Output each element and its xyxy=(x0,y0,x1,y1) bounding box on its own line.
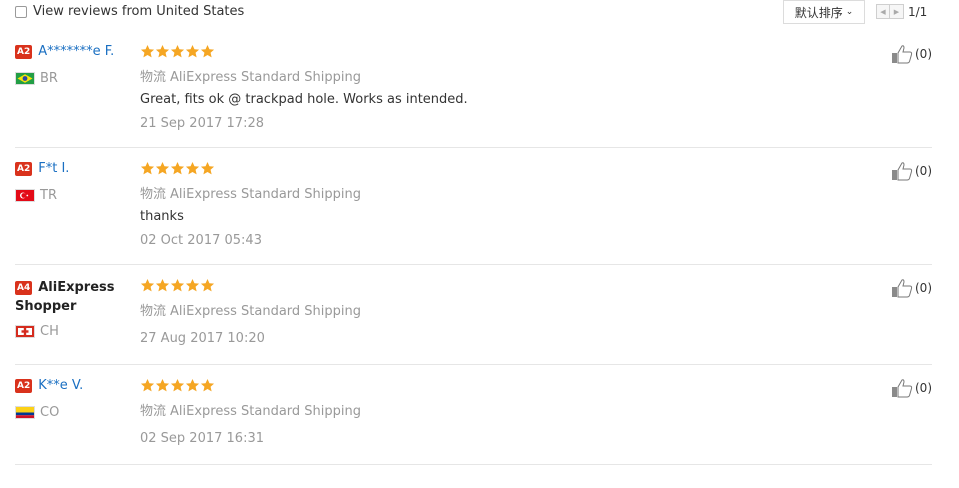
reviewer-country: BR xyxy=(15,71,58,86)
thumbs-up-icon[interactable] xyxy=(891,378,913,398)
country-code: TR xyxy=(40,188,57,203)
star-icon xyxy=(185,161,200,175)
shipping-info: 物流 AliExpress Standard Shipping xyxy=(140,183,361,202)
helpful-count: (0) xyxy=(915,381,932,395)
review-item: A2 F*t I. TR 物流 AliExpress Standard Shippi… xyxy=(15,161,932,265)
shipping-info: 物流 AliExpress Standard Shipping xyxy=(140,66,361,85)
review-date: 02 Sep 2017 16:31 xyxy=(140,431,264,446)
prev-page-button[interactable]: ◀ xyxy=(876,4,890,19)
star-icon xyxy=(155,44,170,58)
helpful-vote[interactable]: (0) xyxy=(891,378,932,398)
thumbs-up-icon[interactable] xyxy=(891,161,913,181)
country-code: BR xyxy=(40,71,58,86)
thumbs-up-icon[interactable] xyxy=(891,278,913,298)
brazil-flag-icon xyxy=(15,72,35,85)
reviewer-name[interactable]: A*******e F. xyxy=(38,44,114,59)
shipping-method: AliExpress Standard Shipping xyxy=(170,70,362,85)
us-filter-label[interactable]: View reviews from United States xyxy=(33,4,244,19)
us-filter[interactable]: View reviews from United States xyxy=(15,4,244,19)
star-icon xyxy=(170,44,185,58)
helpful-count: (0) xyxy=(915,47,932,61)
reviewer-country: CO xyxy=(15,405,59,420)
rating-stars xyxy=(140,278,215,293)
helpful-vote[interactable]: (0) xyxy=(891,278,932,298)
rating-stars xyxy=(140,161,215,176)
reviewer-info: A2 K**e V. xyxy=(15,378,130,393)
shipping-key: 物流 xyxy=(140,404,167,419)
helpful-vote[interactable]: (0) xyxy=(891,44,932,64)
star-icon xyxy=(140,161,155,175)
shipping-info: 物流 AliExpress Standard Shipping xyxy=(140,300,361,319)
country-code: CO xyxy=(40,405,60,420)
reviewer-info: A4 AliExpress Shopper xyxy=(15,278,130,316)
reviewer-info: A2 F*t I. xyxy=(15,161,130,176)
review-item: A4 AliExpress Shopper CH 物流 AliExpress Sta… xyxy=(15,278,932,365)
star-icon xyxy=(200,161,215,175)
star-icon xyxy=(170,278,185,292)
review-text: thanks xyxy=(140,209,184,224)
reviews-toolbar: View reviews from United States 默认排序 ⌄ ◀… xyxy=(0,0,959,31)
next-page-button[interactable]: ▶ xyxy=(890,4,904,19)
star-icon xyxy=(200,378,215,392)
shipping-key: 物流 xyxy=(140,304,167,319)
turkey-flag-icon xyxy=(15,189,35,202)
rating-stars xyxy=(140,44,215,59)
star-icon xyxy=(155,278,170,292)
star-icon xyxy=(170,161,185,175)
review-text: Great, fits ok @ trackpad hole. Works as… xyxy=(140,92,468,107)
star-icon xyxy=(200,44,215,58)
star-icon xyxy=(185,378,200,392)
us-filter-checkbox[interactable] xyxy=(15,5,27,18)
shipping-key: 物流 xyxy=(140,70,167,85)
switzerland-flag-icon xyxy=(15,325,35,338)
sort-label: 默认排序 xyxy=(794,5,843,20)
level-badge: A2 xyxy=(15,162,33,176)
shipping-method: AliExpress Standard Shipping xyxy=(170,187,362,202)
shipping-info: 物流 AliExpress Standard Shipping xyxy=(140,400,361,419)
star-icon xyxy=(140,44,155,58)
reviewer-country: TR xyxy=(15,188,57,203)
star-icon xyxy=(185,278,200,292)
star-icon xyxy=(155,378,170,392)
pagination: ◀ ▶ 1/1 xyxy=(876,4,927,19)
chevron-down-icon: ⌄ xyxy=(845,7,854,17)
star-icon xyxy=(185,44,200,58)
shipping-method: AliExpress Standard Shipping xyxy=(170,304,362,319)
country-code: CH xyxy=(40,324,59,339)
review-date: 02 Oct 2017 05:43 xyxy=(140,233,262,248)
reviewer-info: A2 A*******e F. xyxy=(15,44,130,59)
review-date: 21 Sep 2017 17:28 xyxy=(140,116,264,131)
colombia-flag-icon xyxy=(15,406,35,419)
star-icon xyxy=(200,278,215,292)
shipping-method: AliExpress Standard Shipping xyxy=(170,404,362,419)
sort-dropdown[interactable]: 默认排序 ⌄ xyxy=(783,0,865,24)
review-date: 27 Aug 2017 10:20 xyxy=(140,331,265,346)
reviewer-name[interactable]: F*t I. xyxy=(38,161,69,176)
star-icon xyxy=(140,378,155,392)
star-icon xyxy=(140,278,155,292)
reviewer-country: CH xyxy=(15,324,59,339)
star-icon xyxy=(155,161,170,175)
review-item: A2 A*******e F. BR 物流 AliExpress Standard … xyxy=(15,44,932,148)
rating-stars xyxy=(140,378,215,393)
level-badge: A2 xyxy=(15,45,33,59)
star-icon xyxy=(170,378,185,392)
level-badge: A2 xyxy=(15,379,33,393)
reviewer-name[interactable]: K**e V. xyxy=(38,378,83,393)
review-item: A2 K**e V. CO 物流 AliExpress Standard Shipp… xyxy=(15,378,932,465)
helpful-vote[interactable]: (0) xyxy=(891,161,932,181)
thumbs-up-icon[interactable] xyxy=(891,44,913,64)
level-badge: A4 xyxy=(15,281,33,295)
helpful-count: (0) xyxy=(915,164,932,178)
helpful-count: (0) xyxy=(915,281,932,295)
page-indicator: 1/1 xyxy=(908,4,928,19)
shipping-key: 物流 xyxy=(140,187,167,202)
